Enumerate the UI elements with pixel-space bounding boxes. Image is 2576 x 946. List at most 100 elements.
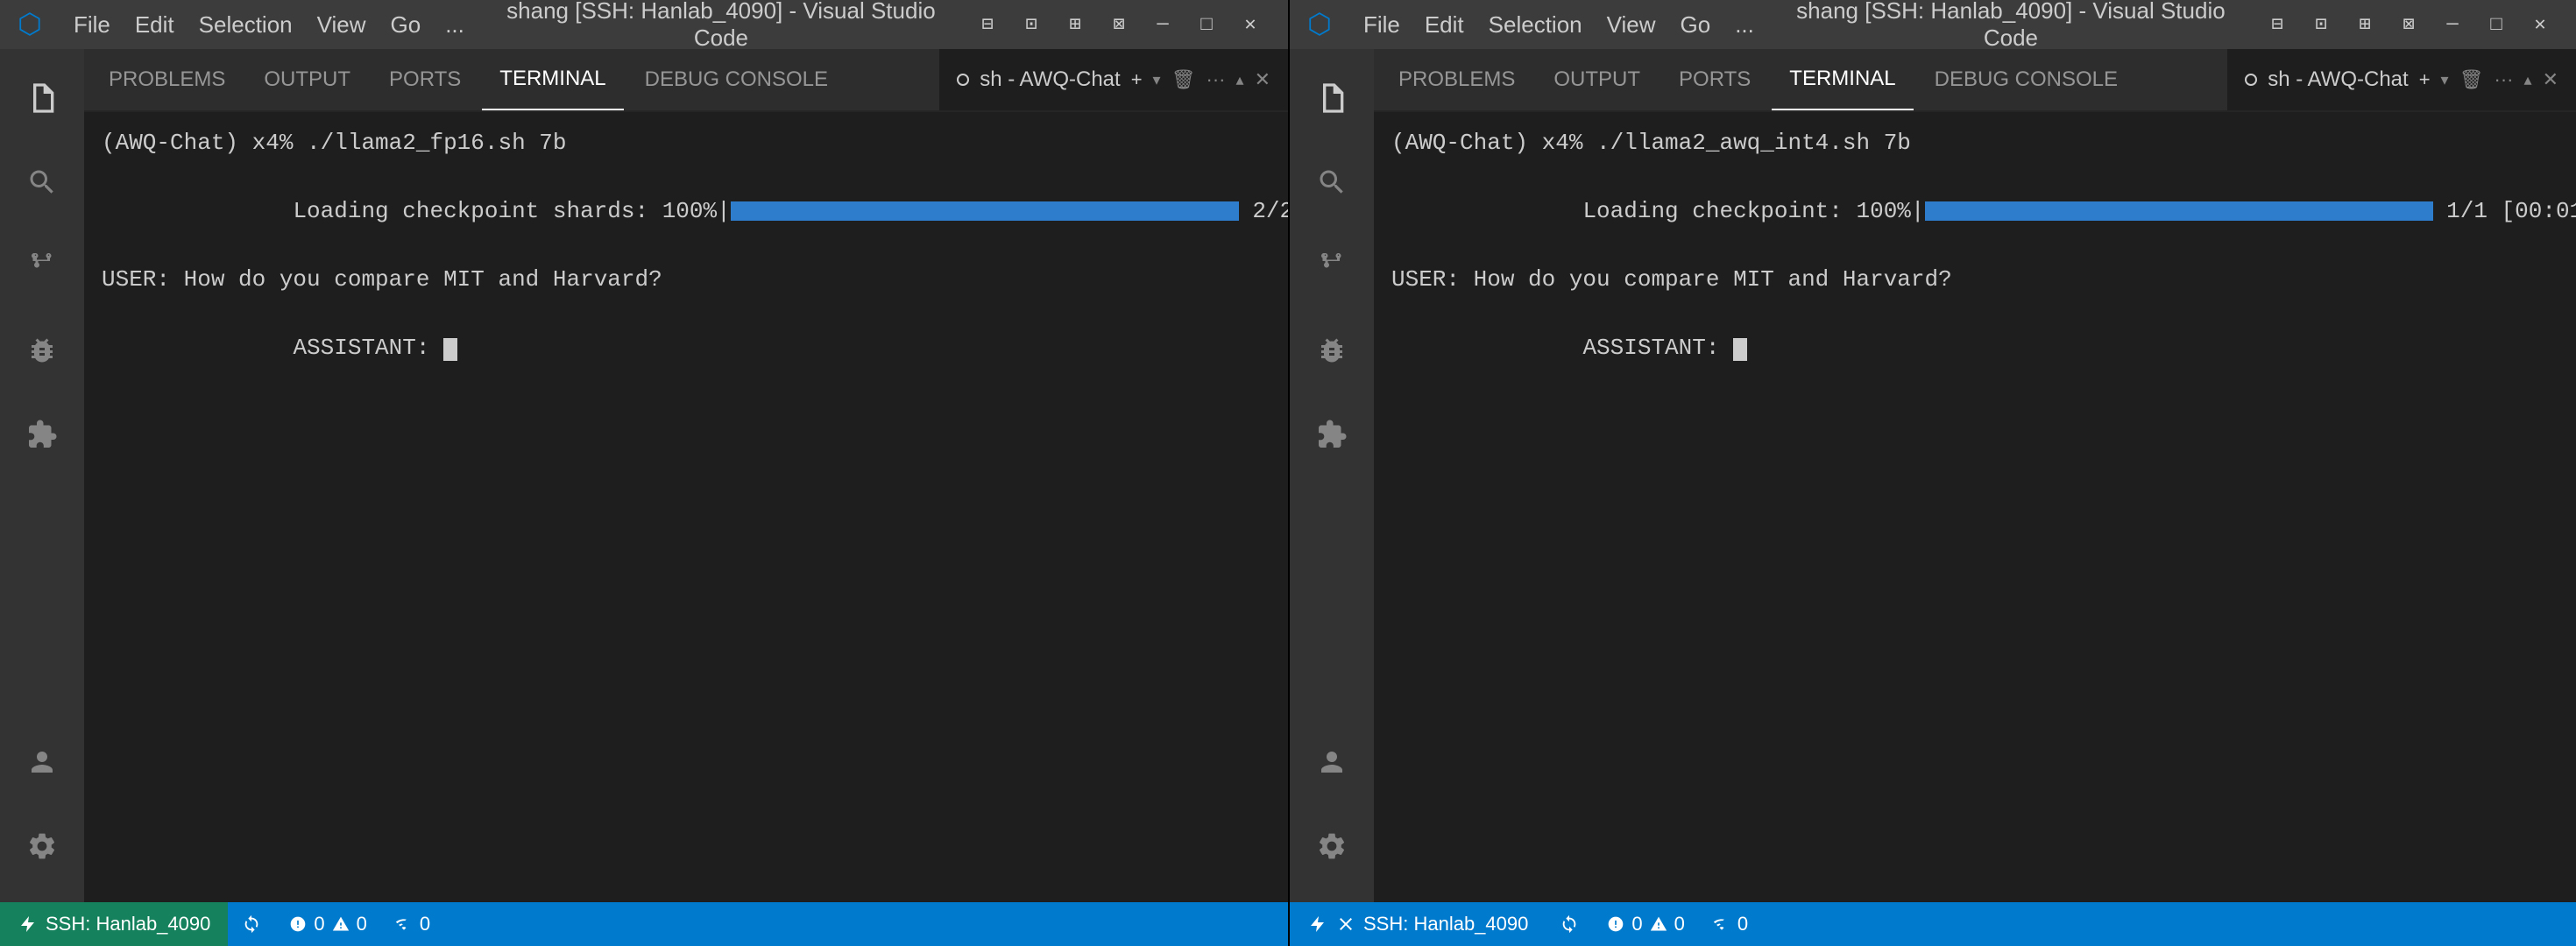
terminal-tab-right: sh - AWQ-Chat + ▾ 🗑 ··· ▴ ✕ [2227, 49, 2576, 110]
status-sync-left[interactable] [228, 902, 275, 946]
broadcast-count-left: 0 [420, 913, 430, 935]
activity-extensions-left[interactable] [0, 392, 84, 477]
status-remote-right[interactable]: SSH: Hanlab_4090 [1290, 902, 1546, 946]
menu-edit-right[interactable]: Edit [1414, 8, 1475, 42]
layout4-btn-right[interactable]: ⊠ [2388, 9, 2429, 40]
tab-problems-left[interactable]: PROBLEMS [91, 49, 243, 110]
activity-scm-left[interactable] [0, 224, 84, 308]
tab-output-left[interactable]: OUTPUT [246, 49, 368, 110]
terminal-tab-label-right[interactable]: sh - AWQ-Chat [2268, 67, 2408, 92]
menu-edit-left[interactable]: Edit [124, 8, 185, 42]
tab-output-right[interactable]: OUTPUT [1536, 49, 1658, 110]
menu-more-right[interactable]: ... [1724, 8, 1765, 42]
menu-selection-left[interactable]: Selection [188, 8, 303, 42]
terminal-tab-label-left[interactable]: sh - AWQ-Chat [980, 67, 1120, 92]
status-sync-right[interactable] [1546, 902, 1593, 946]
term-line-1-left: (AWQ-Chat) x4% ./llama2_fp16.sh 7b [102, 126, 1270, 160]
close-panel-left[interactable]: ✕ [1255, 68, 1270, 91]
activity-profile-right[interactable] [1290, 720, 1374, 804]
close-remote-right [1335, 914, 1356, 935]
status-bar-right: SSH: Hanlab_4090 0 0 0 [1290, 902, 2576, 946]
chevron-up-left[interactable]: ▴ [1236, 71, 1244, 89]
layout4-btn-left[interactable]: ⊠ [1099, 9, 1139, 40]
error-count-right: 0 [1631, 913, 1642, 935]
minimize-btn-right[interactable]: ─ [2432, 9, 2473, 40]
menu-go-left[interactable]: Go [380, 8, 432, 42]
menu-view-right[interactable]: View [1596, 8, 1667, 42]
chevron-down-right[interactable]: ▾ [2441, 71, 2449, 89]
plus-btn-right[interactable]: + [2419, 68, 2431, 91]
status-remote-left[interactable]: SSH: Hanlab_4090 [0, 902, 228, 946]
tab-terminal-left[interactable]: TERMINAL [482, 49, 623, 110]
status-broadcast-right[interactable]: 0 [1699, 902, 1762, 946]
term-line-4-left: ASSISTANT: [102, 297, 1270, 399]
term-progress-stats-right: 1/1 [00:01<00:00, 1.35s/it] [2433, 198, 2576, 224]
more-left[interactable]: ··· [1207, 68, 1226, 91]
vscode-icon-right: ⬡ [1307, 7, 1332, 42]
title-bar-right: ⬡ File Edit Selection View Go ... shang … [1290, 0, 2576, 49]
activity-settings-right[interactable] [1290, 804, 1374, 888]
menu-file-left[interactable]: File [63, 8, 121, 42]
menu-bar-right: File Edit Selection View Go ... [1353, 8, 1765, 42]
window-controls-right: ⊟ ⊡ ⊞ ⊠ ─ □ ✕ [2257, 9, 2560, 40]
close-btn-left[interactable]: ✕ [1230, 9, 1270, 40]
terminal-output-right: (AWQ-Chat) x4% ./llama2_awq_int4.sh 7b L… [1374, 112, 2576, 902]
error-count-left: 0 [314, 913, 324, 935]
layout2-btn-left[interactable]: ⊡ [1011, 9, 1051, 40]
close-btn-right[interactable]: ✕ [2520, 9, 2560, 40]
activity-scm-right[interactable] [1290, 224, 1374, 308]
term-line-1-right: (AWQ-Chat) x4% ./llama2_awq_int4.sh 7b [1391, 126, 2558, 160]
plus-btn-left[interactable]: + [1131, 68, 1143, 91]
term-line-3-left: USER: How do you compare MIT and Harvard… [102, 263, 1270, 297]
layout2-btn-right[interactable]: ⊡ [2301, 9, 2341, 40]
activity-search-left[interactable] [0, 140, 84, 224]
activity-debug-left[interactable] [0, 308, 84, 392]
trash-icon-right[interactable]: 🗑 [2459, 68, 2484, 91]
menu-view-left[interactable]: View [307, 8, 377, 42]
menu-go-right[interactable]: Go [1670, 8, 1722, 42]
sync-icon-left [242, 914, 261, 934]
menu-file-right[interactable]: File [1353, 8, 1411, 42]
more-right[interactable]: ··· [2495, 68, 2514, 91]
menu-selection-right[interactable]: Selection [1478, 8, 1593, 42]
tab-debug-right[interactable]: DEBUG CONSOLE [1917, 49, 2135, 110]
close-panel-right[interactable]: ✕ [2543, 68, 2558, 91]
tab-ports-left[interactable]: PORTS [372, 49, 478, 110]
activity-explorer-right[interactable] [1290, 56, 1374, 140]
term-progress-stats-left: 2/2 [00:04<00:00, 2.29s/it] [1239, 198, 1288, 224]
term-loading-right: Loading checkpoint: 100%| [1582, 198, 1924, 224]
trash-icon-left[interactable]: 🗑 [1171, 68, 1196, 91]
layout-btn-right[interactable]: ⊟ [2257, 9, 2297, 40]
maximize-btn-right[interactable]: □ [2476, 9, 2516, 40]
menu-bar-left: File Edit Selection View Go ... [63, 8, 475, 42]
activity-explorer-left[interactable] [0, 56, 84, 140]
activity-bar-left [0, 49, 84, 902]
layout3-btn-right[interactable]: ⊞ [2345, 9, 2385, 40]
layout3-btn-left[interactable]: ⊞ [1055, 9, 1095, 40]
activity-debug-right[interactable] [1290, 308, 1374, 392]
tab-debug-left[interactable]: DEBUG CONSOLE [627, 49, 846, 110]
activity-search-right[interactable] [1290, 140, 1374, 224]
minimize-btn-left[interactable]: ─ [1143, 9, 1183, 40]
chevron-up-right[interactable]: ▴ [2524, 71, 2532, 89]
activity-extensions-right[interactable] [1290, 392, 1374, 477]
status-errors-left[interactable]: 0 0 [275, 902, 381, 946]
tab-ports-right[interactable]: PORTS [1661, 49, 1768, 110]
panel-tabs-left: PROBLEMS OUTPUT PORTS TERMINAL DEBUG CON… [84, 49, 853, 110]
activity-settings-left[interactable] [0, 804, 84, 888]
maximize-btn-left[interactable]: □ [1186, 9, 1227, 40]
progress-bar-left [731, 201, 1239, 221]
window-title-right: shang [SSH: Hanlab_4090] - Visual Studio… [1779, 0, 2243, 52]
chevron-down-left[interactable]: ▾ [1153, 71, 1161, 89]
status-bar-left: SSH: Hanlab_4090 0 0 0 [0, 902, 1288, 946]
status-broadcast-left[interactable]: 0 [381, 902, 444, 946]
menu-more-left[interactable]: ... [435, 8, 475, 42]
terminal-dot-right [2245, 74, 2257, 86]
status-errors-right[interactable]: 0 0 [1593, 902, 1699, 946]
tab-terminal-right[interactable]: TERMINAL [1772, 49, 1913, 110]
term-prompt-right: (AWQ-Chat) x4% ./llama2_awq_int4.sh 7b [1391, 130, 1911, 156]
tab-problems-right[interactable]: PROBLEMS [1381, 49, 1532, 110]
terminal-output-left: (AWQ-Chat) x4% ./llama2_fp16.sh 7b Loadi… [84, 112, 1288, 902]
layout-btn-left[interactable]: ⊟ [967, 9, 1008, 40]
activity-profile-left[interactable] [0, 720, 84, 804]
